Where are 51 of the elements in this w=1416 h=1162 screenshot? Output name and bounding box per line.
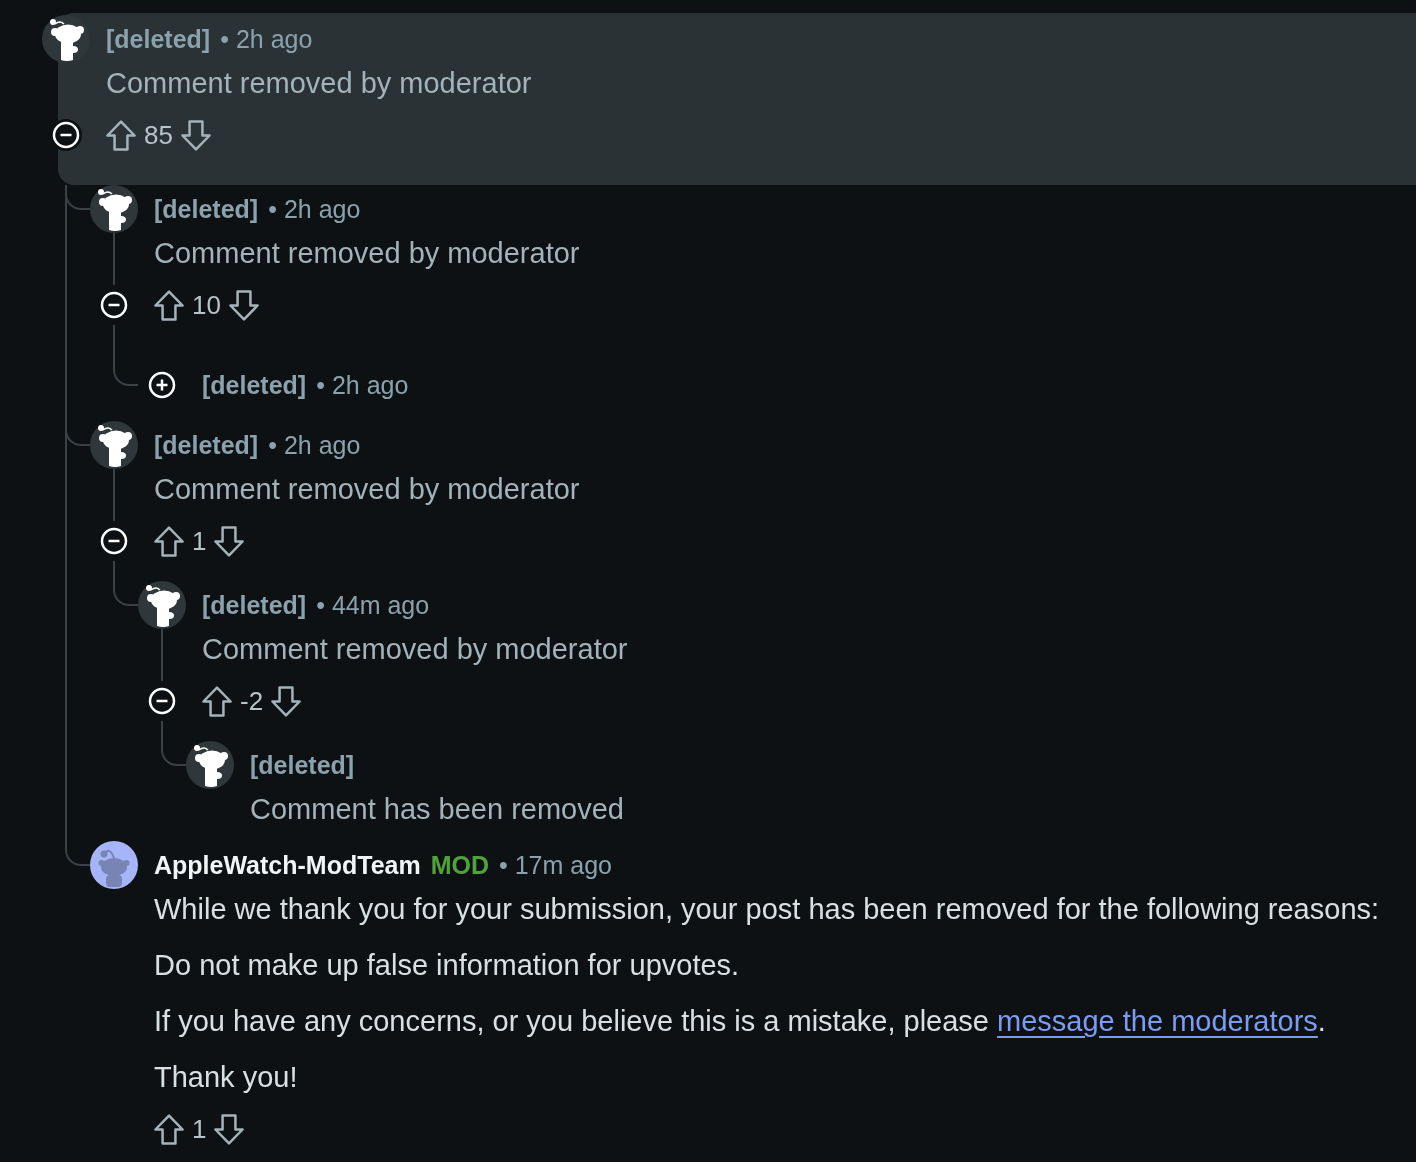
upvote-icon[interactable] (106, 119, 136, 151)
collapse-icon[interactable] (98, 525, 130, 557)
vote-count: 1 (192, 1113, 207, 1145)
comment-text: Comment removed by moderator (106, 66, 533, 101)
timestamp: • 2h ago (268, 430, 361, 460)
collapse-icon[interactable] (50, 119, 82, 151)
moderator-flair: MOD (430, 850, 489, 880)
comment-text: While we thank you for your submission, your post has been removed for the following reasons: (154, 892, 1381, 927)
message-moderators-link[interactable]: message the moderators (997, 1005, 1318, 1037)
vote-count: 10 (192, 289, 221, 321)
collapse-icon[interactable] (146, 685, 178, 717)
username: [deleted] (106, 24, 211, 54)
vote-count: 1 (192, 525, 207, 557)
thread-connector (113, 325, 138, 386)
avatar-icon (90, 421, 138, 469)
downvote-icon[interactable] (228, 289, 259, 321)
comment-text: Comment removed by moderator (154, 472, 581, 507)
username: [deleted] (154, 194, 259, 224)
comment-text: Thank you! (154, 1060, 299, 1095)
upvote-icon[interactable] (154, 525, 184, 557)
upvote-icon[interactable] (154, 1113, 184, 1145)
avatar-icon (90, 841, 138, 889)
downvote-icon[interactable] (214, 525, 245, 557)
avatar-icon (186, 741, 234, 789)
avatar-icon (138, 581, 186, 629)
collapse-icon[interactable] (98, 289, 130, 321)
upvote-icon[interactable] (154, 289, 184, 321)
vote-count: -2 (240, 685, 264, 717)
comment-text: Do not make up false information for upvotes. (154, 948, 741, 983)
username: AppleWatch-ModTeam (154, 850, 421, 880)
vote-count: 85 (144, 119, 173, 151)
comment-text: Comment has been removed (250, 792, 625, 827)
downvote-icon[interactable] (214, 1113, 245, 1145)
username: [deleted] (202, 370, 307, 400)
timestamp: • 44m ago (316, 590, 430, 620)
expand-icon[interactable] (146, 369, 178, 401)
username: [deleted] (154, 430, 259, 460)
avatar-icon (90, 185, 138, 233)
timestamp: • 2h ago (316, 370, 409, 400)
downvote-icon[interactable] (180, 119, 211, 151)
avatar-icon (42, 15, 90, 63)
timestamp: • 2h ago (268, 194, 361, 224)
timestamp: • 17m ago (499, 850, 612, 880)
downvote-icon[interactable] (271, 685, 302, 717)
upvote-icon[interactable] (202, 685, 232, 717)
username: [deleted] (250, 750, 355, 780)
username: [deleted] (202, 590, 307, 620)
comment-text: Comment removed by moderator (154, 236, 581, 271)
comment-text: If you have any concerns, or you believe this is a mistake, please message the moderators. (154, 1004, 1327, 1039)
timestamp: • 2h ago (220, 24, 313, 54)
comment-text: Comment removed by moderator (202, 632, 629, 667)
